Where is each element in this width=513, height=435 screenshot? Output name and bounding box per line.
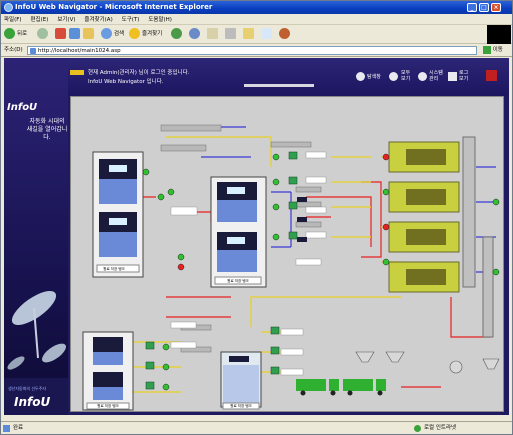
home-icon	[83, 28, 94, 39]
menu-file[interactable]: 파일(F)	[4, 17, 22, 23]
nav-log[interactable]: 로그 보기	[459, 70, 473, 82]
refresh-button[interactable]	[69, 28, 82, 41]
address-bar: 주소(D) http://localhost/main1024.asp 이동	[1, 44, 512, 57]
search-icon	[101, 28, 112, 39]
address-input[interactable]: http://localhost/main1024.asp	[27, 46, 477, 55]
tank-2-label: 원료 저장 탱크	[227, 279, 249, 283]
tank-3-label: 원료 저장 탱크	[97, 404, 119, 408]
toolbar: 뒤로 검색 즐겨찾기	[1, 25, 512, 44]
nav-icon	[356, 72, 365, 81]
back-arrow-icon	[4, 28, 15, 39]
login-greeting: 현재 Admin(관리자) 님이 로그인 중입니다.	[88, 70, 190, 76]
forward-button[interactable]	[37, 28, 50, 41]
slider-track[interactable]	[244, 84, 314, 87]
history-icon	[189, 28, 200, 39]
trucks	[296, 379, 386, 396]
app-header: 현재 Admin(관리자) 님이 로그인 중입니다. InfoU Web Nav…	[68, 58, 509, 96]
address-url: http://localhost/main1024.asp	[38, 48, 121, 54]
media-icon	[171, 28, 182, 39]
nav-view-all[interactable]: 모두 보기	[401, 70, 415, 82]
logout-icon[interactable]	[486, 70, 497, 81]
media-button[interactable]	[171, 28, 184, 41]
tank-4-label: 원료 저장 탱크	[230, 404, 252, 408]
tank-group-1	[92, 151, 144, 278]
print-button[interactable]	[225, 28, 238, 41]
satellite-dishes-image	[4, 290, 68, 415]
system-icon	[418, 72, 427, 81]
tank-1-label: 원료 저장 탱크	[103, 267, 125, 271]
menu-help[interactable]: 도움말(H)	[148, 17, 172, 23]
browser-window: InfoU Web Navigator - Microsoft Internet…	[0, 0, 513, 435]
tank-group-3	[82, 331, 134, 411]
log-icon	[448, 72, 457, 81]
bottom-caption: 생산자동화의 선두주자	[8, 386, 47, 391]
windows-logo-icon	[487, 25, 511, 44]
address-label: 주소(D)	[4, 47, 23, 53]
forward-arrow-icon	[37, 28, 48, 39]
minimize-button[interactable]: _	[467, 3, 477, 12]
status-text: 완료	[13, 425, 24, 431]
window-title: InfoU Web Navigator - Microsoft Internet…	[15, 3, 213, 11]
back-button[interactable]: 뒤로	[4, 28, 27, 41]
title-bar: InfoU Web Navigator - Microsoft Internet…	[1, 1, 512, 14]
search-button[interactable]: 검색	[101, 28, 124, 41]
discuss-button[interactable]	[261, 28, 274, 41]
left-brand-panel: InfoU 자동화 시대의 새길을 열어갑니다. 생산자동화의 선두주자 Inf…	[4, 58, 68, 415]
messenger-button[interactable]	[279, 28, 292, 41]
home-button[interactable]	[83, 28, 96, 41]
go-arrow-icon	[483, 45, 491, 54]
nav-system[interactable]: 시스템 관리	[429, 70, 445, 82]
stop-icon	[55, 28, 66, 39]
mail-button[interactable]	[207, 28, 220, 41]
page-done-icon	[3, 425, 10, 432]
history-button[interactable]	[189, 28, 202, 41]
edit-button[interactable]	[243, 28, 256, 41]
ie-logo-icon	[4, 3, 13, 12]
go-button[interactable]: 이동	[483, 45, 503, 56]
page-content: InfoU 자동화 시대의 새길을 열어갑니다. 생산자동화의 선두주자 Inf…	[4, 58, 509, 415]
process-flow-svg	[82, 124, 500, 411]
welcome-text: InfoU Web Navigator 입니다.	[88, 79, 164, 85]
menu-tools[interactable]: 도구(T)	[122, 17, 140, 23]
menu-view[interactable]: 보기(V)	[57, 17, 75, 23]
maximize-button[interactable]: □	[479, 3, 489, 12]
messenger-icon	[279, 28, 290, 39]
bottom-brand-logo: InfoU	[14, 395, 51, 409]
intranet-zone-icon	[414, 425, 421, 432]
menu-edit[interactable]: 편집(E)	[31, 17, 49, 23]
edit-icon	[243, 28, 254, 39]
star-icon	[129, 28, 140, 39]
print-icon	[225, 28, 236, 39]
refresh-icon	[69, 28, 80, 39]
close-button[interactable]: ×	[491, 3, 501, 12]
process-diagram: 원료 저장 탱크 원료 저장 탱크 원료 저장 탱크 원료 저장 탱크	[70, 96, 504, 412]
menu-favorites[interactable]: 즐겨찾기(A)	[84, 17, 112, 23]
nav-explorer[interactable]: 탐색창	[367, 73, 381, 80]
user-badge-icon	[70, 70, 84, 75]
tank-group-2	[210, 176, 267, 288]
mail-icon	[207, 28, 218, 39]
stop-button[interactable]	[55, 28, 68, 41]
menu-bar: 파일(F) 편집(E) 보기(V) 즐겨찾기(A) 도구(T) 도움말(H)	[1, 14, 512, 25]
status-bar: 완료 로컬 인트라넷	[1, 421, 512, 434]
view-all-icon	[389, 72, 398, 81]
zone-text: 로컬 인트라넷	[424, 425, 457, 431]
discuss-icon	[261, 28, 272, 39]
page-icon	[30, 48, 36, 54]
favorites-button[interactable]: 즐겨찾기	[129, 28, 162, 41]
tank-4	[220, 351, 262, 410]
